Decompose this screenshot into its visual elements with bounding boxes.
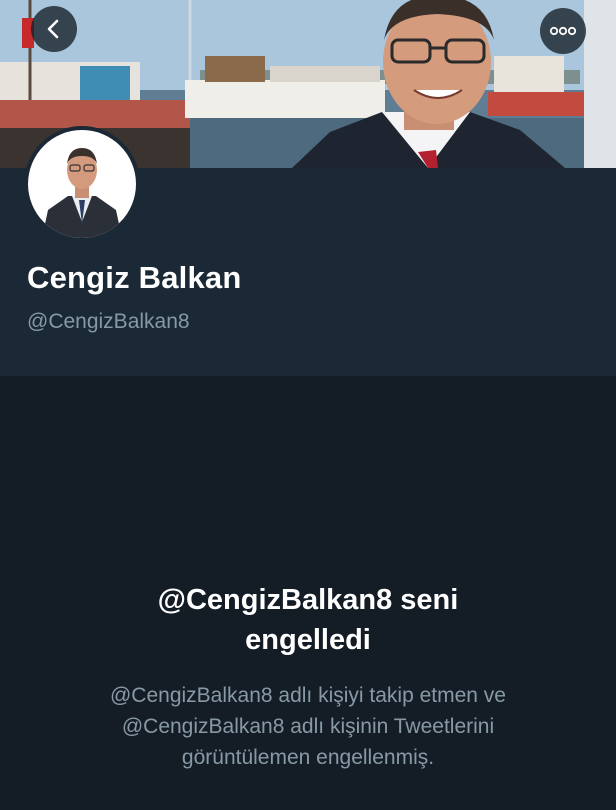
blocked-title-line: engelledi bbox=[245, 624, 371, 656]
blocked-description-line: görüntülemen engellenmiş. bbox=[181, 746, 435, 769]
avatar[interactable] bbox=[24, 126, 140, 242]
blocked-description-line: @CengizBalkan8 adlı kişiyi takip etmen v… bbox=[109, 684, 506, 707]
more-options-button[interactable] bbox=[540, 8, 586, 54]
chevron-left-icon bbox=[47, 19, 59, 39]
blocked-title: @CengizBalkan8 seni engelledi bbox=[0, 580, 616, 660]
more-horizontal-icon bbox=[549, 26, 577, 36]
blocked-title-line: @CengizBalkan8 seni bbox=[157, 584, 459, 616]
back-button[interactable] bbox=[31, 6, 77, 52]
display-name: Cengiz Balkan bbox=[27, 260, 242, 295]
blocked-description-line: @CengizBalkan8 adlı kişinin Tweetlerini bbox=[121, 715, 495, 738]
blocked-description: @CengizBalkan8 adlı kişiyi takip etmen v… bbox=[0, 680, 616, 773]
profile-handle: @CengizBalkan8 bbox=[27, 310, 190, 333]
